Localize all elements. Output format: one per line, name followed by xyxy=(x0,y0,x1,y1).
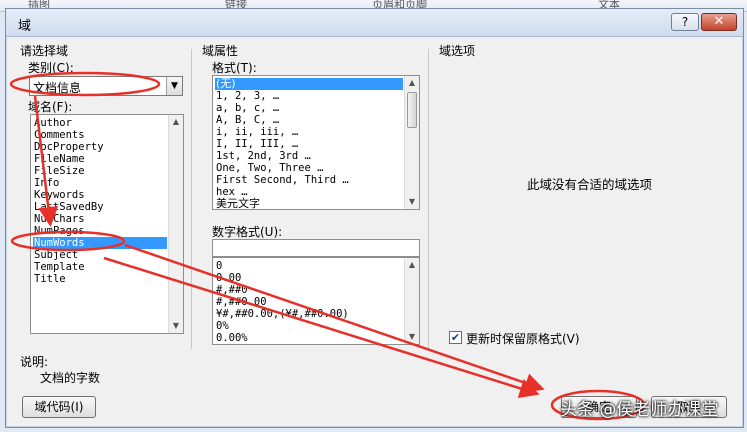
chevron-down-icon[interactable]: ▼ xyxy=(166,77,182,95)
list-item[interactable]: 0 xyxy=(215,260,403,272)
list-item[interactable]: #,##0.00 xyxy=(215,296,403,308)
list-item[interactable]: Author xyxy=(33,117,167,129)
field-properties-group-title: 域属性 xyxy=(202,44,239,58)
list-item[interactable]: Template xyxy=(33,261,167,273)
field-name-listbox[interactable]: Author Comments DocProperty FileName FileSiz… xyxy=(30,114,184,334)
list-item[interactable]: 1st, 2nd, 3rd … xyxy=(215,150,403,162)
number-format-label: 数字格式(U): xyxy=(212,225,283,239)
list-item[interactable]: First Second, Third … xyxy=(215,174,403,186)
list-item[interactable]: 美元文字 xyxy=(215,198,403,210)
field-options-group-title: 域选项 xyxy=(439,44,476,58)
number-format-items: 0 0.00 #,##0 #,##0.00 ¥#,##0.00;(¥#,##0.00) 0… xyxy=(215,260,403,344)
list-item[interactable]: FileSize xyxy=(33,165,167,177)
list-item[interactable]: I, II, III, … xyxy=(215,138,403,150)
dialog-title: 域 xyxy=(18,19,32,34)
field-name-scrollbar[interactable]: ▲ ▼ xyxy=(168,115,183,333)
format-listbox[interactable]: (无) 1, 2, 3, … a, b, c, … A, B, C, … i, ii, … xyxy=(212,75,420,210)
scroll-down-icon[interactable]: ▼ xyxy=(405,330,419,344)
description-text: 文档的字数 xyxy=(40,371,101,385)
scroll-down-icon[interactable]: ▼ xyxy=(169,319,183,333)
list-item[interactable]: Comments xyxy=(33,129,167,141)
list-item[interactable]: Info xyxy=(33,177,167,189)
list-item[interactable]: ¥#,##0.00;(¥#,##0.00) xyxy=(215,308,403,320)
list-item[interactable]: DocProperty xyxy=(33,141,167,153)
list-item[interactable]: 1, 2, 3, … xyxy=(215,90,403,102)
list-item[interactable]: NumPages xyxy=(33,225,167,237)
no-options-text: 此域没有合适的域选项 xyxy=(527,177,653,192)
list-item[interactable]: LastSavedBy xyxy=(33,201,167,213)
list-item[interactable]: 0% xyxy=(215,320,403,332)
watermark-text: 头条 @侯老师办课堂 xyxy=(560,400,719,420)
list-item[interactable]: 0.00% xyxy=(215,332,403,344)
format-items: (无) 1, 2, 3, … a, b, c, … A, B, C, … i, ii, … xyxy=(215,78,403,210)
list-item[interactable]: FileName xyxy=(33,153,167,165)
field-dialog: 域 ? ✕ 请选择域 类别(C): 文档信息 ▼ 域名(F): Author Co… xyxy=(5,8,744,428)
list-item[interactable]: Keywords xyxy=(33,189,167,201)
number-format-input[interactable] xyxy=(212,239,420,257)
category-combobox[interactable]: 文档信息 ▼ xyxy=(29,76,183,96)
scroll-up-icon[interactable]: ▲ xyxy=(405,258,419,272)
choose-field-group-title: 请选择域 xyxy=(20,44,69,58)
preserve-format-checkbox[interactable]: ✔ xyxy=(449,331,462,344)
dialog-titlebar: 域 ? ✕ xyxy=(6,9,743,37)
format-scrollbar[interactable]: ▲ ▼ xyxy=(404,76,419,209)
list-item[interactable]: A, B, C, … xyxy=(215,114,403,126)
divider-left xyxy=(191,49,192,349)
category-value: 文档信息 xyxy=(33,81,82,95)
list-item[interactable]: Title xyxy=(33,273,167,285)
field-name-label: 域名(F): xyxy=(28,100,73,114)
help-button[interactable]: ? xyxy=(671,13,699,31)
format-scroll-thumb[interactable] xyxy=(407,92,417,128)
list-item[interactable]: Subject xyxy=(33,249,167,261)
divider-right xyxy=(428,49,429,349)
list-item[interactable]: NumWords xyxy=(33,237,167,249)
list-item[interactable]: One, Two, Three … xyxy=(215,162,403,174)
description-label: 说明: xyxy=(20,355,49,369)
category-label: 类别(C): xyxy=(28,61,74,75)
scroll-up-icon[interactable]: ▲ xyxy=(405,76,419,90)
list-item[interactable]: NumChars xyxy=(33,213,167,225)
list-item[interactable]: 0.00 xyxy=(215,272,403,284)
field-codes-button[interactable]: 域代码(I) xyxy=(22,396,96,418)
number-format-listbox[interactable]: 0 0.00 #,##0 #,##0.00 ¥#,##0.00;(¥#,##0.00) 0… xyxy=(212,257,420,345)
close-button[interactable]: ✕ xyxy=(701,13,737,31)
scroll-up-icon[interactable]: ▲ xyxy=(169,115,183,129)
scroll-down-icon[interactable]: ▼ xyxy=(405,195,419,209)
format-label: 格式(T): xyxy=(212,61,257,75)
preserve-format-label: 更新时保留原格式(V) xyxy=(466,332,580,346)
list-item[interactable]: a, b, c, … xyxy=(215,102,403,114)
field-name-items: Author Comments DocProperty FileName FileSiz… xyxy=(33,117,167,285)
list-item[interactable]: (无) xyxy=(215,78,403,90)
list-item[interactable]: i, ii, iii, … xyxy=(215,126,403,138)
list-item[interactable]: #,##0 xyxy=(215,284,403,296)
number-format-scrollbar[interactable]: ▲ ▼ xyxy=(404,258,419,344)
